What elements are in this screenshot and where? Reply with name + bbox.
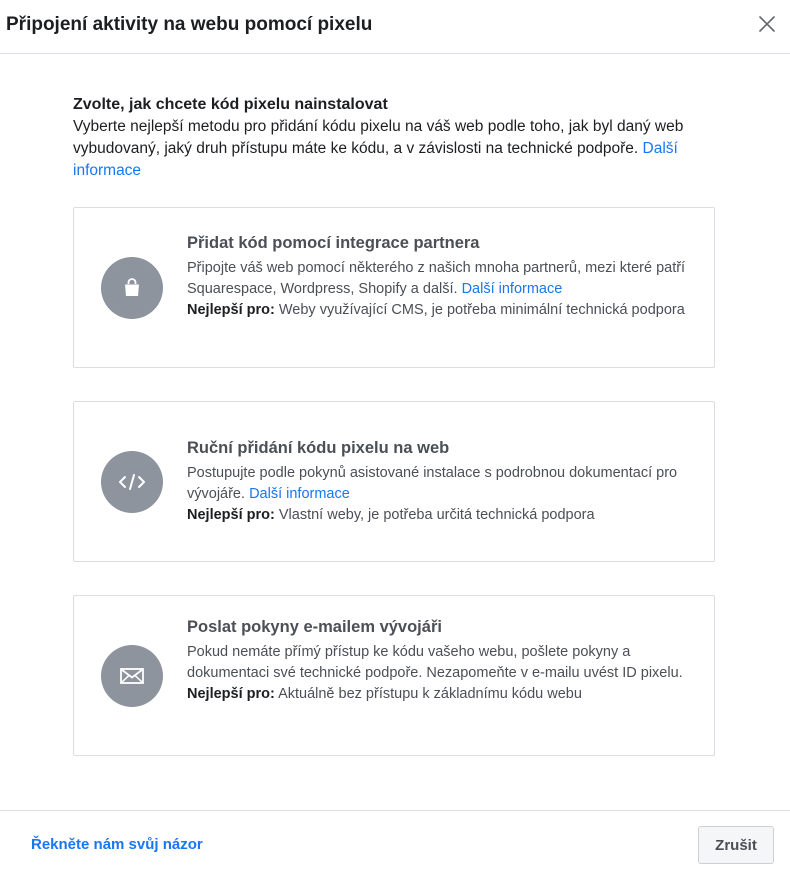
close-button[interactable] xyxy=(756,13,778,35)
intro-description: Vyberte nejlepší metodu pro přidání kódu… xyxy=(73,116,733,182)
dialog-footer: Řekněte nám svůj názor Zrušit xyxy=(0,810,790,877)
option-icon-circle xyxy=(101,256,163,319)
option-email-developer[interactable]: Poslat pokyny e-mailem vývojáři Pokud ne… xyxy=(73,595,715,756)
code-icon xyxy=(119,473,145,490)
cancel-button[interactable]: Zrušit xyxy=(698,826,774,864)
option-learn-more-link[interactable]: Další informace xyxy=(249,486,350,502)
option-description-text: Připojte váš web pomocí některého z naši… xyxy=(187,260,686,297)
best-for-label: Nejlepší pro: xyxy=(187,302,275,318)
best-for-text: Weby využívající CMS, je potřeba minimál… xyxy=(278,302,685,318)
option-best-for: Nejlepší pro: Aktuálně bez přístupu k zá… xyxy=(187,684,697,705)
dialog-header: Připojení aktivity na webu pomocí pixelu xyxy=(0,0,790,54)
option-title: Přidat kód pomocí integrace partnera xyxy=(187,234,480,252)
option-best-for: Nejlepší pro: Weby využívající CMS, je p… xyxy=(187,300,697,321)
intro-description-text: Vyberte nejlepší metodu pro přidání kódu… xyxy=(73,118,684,157)
option-learn-more-link[interactable]: Další informace xyxy=(462,281,563,297)
best-for-label: Nejlepší pro: xyxy=(187,507,275,523)
option-title: Poslat pokyny e-mailem vývojáři xyxy=(187,618,442,636)
intro-title: Zvolte, jak chcete kód pixelu nainstalov… xyxy=(73,96,388,113)
option-title: Ruční přidání kódu pixelu na web xyxy=(187,439,450,457)
shopping-bag-icon xyxy=(125,277,139,296)
option-description: Připojte váš web pomocí některého z naši… xyxy=(187,258,697,300)
best-for-label: Nejlepší pro: xyxy=(187,686,275,702)
close-icon xyxy=(759,16,775,32)
option-manual-install[interactable]: Ruční přidání kódu pixelu na web Postupu… xyxy=(73,401,715,562)
intro-section: Zvolte, jak chcete kód pixelu nainstalov… xyxy=(73,95,733,182)
option-description: Pokud nemáte přímý přístup ke kódu vašeh… xyxy=(187,642,697,684)
option-best-for: Nejlepší pro: Vlastní weby, je potřeba u… xyxy=(187,505,697,526)
best-for-text: Vlastní weby, je potřeba určitá technick… xyxy=(278,507,595,523)
option-icon-circle xyxy=(101,450,163,513)
option-icon-circle xyxy=(101,644,163,707)
option-partner-integration[interactable]: Přidat kód pomocí integrace partnera Při… xyxy=(73,207,715,368)
option-description: Postupujte podle pokynů asistované insta… xyxy=(187,463,697,505)
feedback-link[interactable]: Řekněte nám svůj názor xyxy=(31,836,203,853)
option-body: Ruční přidání kódu pixelu na web Postupu… xyxy=(187,437,697,526)
option-body: Přidat kód pomocí integrace partnera Při… xyxy=(187,232,697,321)
option-description-text: Pokud nemáte přímý přístup ke kódu vašeh… xyxy=(187,644,683,681)
option-body: Poslat pokyny e-mailem vývojáři Pokud ne… xyxy=(187,616,697,705)
envelope-icon xyxy=(120,667,144,684)
best-for-text: Aktuálně bez přístupu k základnímu kódu … xyxy=(278,686,582,702)
dialog-title: Připojení aktivity na webu pomocí pixelu xyxy=(6,14,373,35)
